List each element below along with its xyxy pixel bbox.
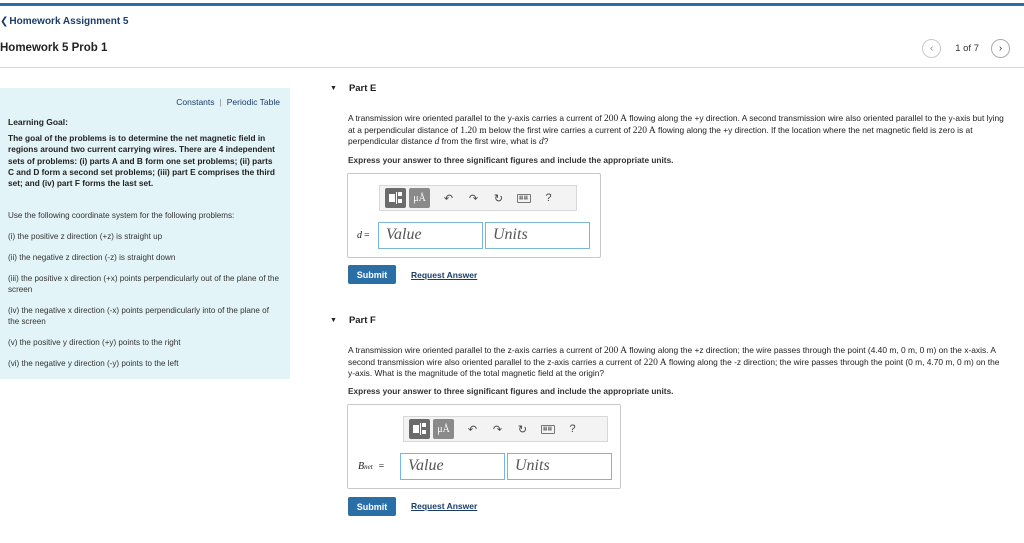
part-e-instruction: Express your answer to three significant… [348, 155, 674, 165]
part-f-label: Part F [348, 315, 376, 326]
question-text: A transmission wire oriented parallel to… [348, 345, 605, 355]
keyboard-button[interactable]: ▦▦ [511, 188, 536, 208]
answer-variable-label: d = [357, 230, 370, 241]
problem-title: Homework 5 Prob 1 [0, 42, 108, 54]
units-input[interactable]: Units [485, 222, 590, 249]
keyboard-icon: ▦▦ [540, 424, 555, 434]
variable-subscript: net [364, 463, 373, 471]
undo-icon[interactable]: ↶ [460, 419, 485, 439]
help-button[interactable]: ? [536, 188, 561, 208]
next-problem-button[interactable]: › [991, 39, 1010, 58]
question-text: ? [543, 136, 549, 147]
part-f-submit-button[interactable]: Submit [348, 497, 396, 516]
value-input[interactable]: Value [400, 453, 505, 480]
equals-sign: = [378, 461, 385, 472]
part-e-submit-button[interactable]: Submit [348, 265, 396, 284]
distance-value: 1.20 m [460, 125, 487, 136]
chevron-right-icon: › [998, 43, 1003, 54]
coordinate-item: (iv) the negative x direction (-x) point… [8, 306, 269, 326]
question-text: below the first wire carries a current o… [486, 124, 633, 135]
triangle-down-icon: ▼ [330, 317, 337, 324]
question-text: from the first wire, what is [439, 136, 539, 147]
part-e-label: Part E [348, 83, 377, 94]
keyboard-button[interactable]: ▦▦ [535, 419, 560, 439]
part-e-request-answer-link[interactable]: Request Answer [411, 270, 477, 280]
answer-variable-label: Bnet = [358, 461, 384, 472]
redo-icon[interactable]: ↷ [485, 419, 510, 439]
learning-goal-title: Learning Goal: [8, 117, 68, 127]
constants-link[interactable]: Constants [176, 97, 214, 107]
resource-links: Constants | Periodic Table [176, 97, 280, 107]
chevron-left-icon: ‹ [930, 43, 934, 54]
coordinate-item: (v) the positive y direction (+y) points… [8, 338, 181, 347]
templates-icon[interactable] [385, 188, 406, 208]
pager-count: 1 of 7 [955, 43, 979, 54]
redo-icon[interactable]: ↷ [461, 188, 486, 208]
link-separator: | [219, 97, 222, 107]
header-divider [0, 67, 1024, 68]
equals-sign: = [364, 230, 370, 241]
coordinate-intro: Use the following coordinate system for … [8, 211, 235, 220]
math-toolbar: μÅ ↶ ↷ ↻ ▦▦ ? [403, 416, 608, 442]
math-toolbar: μÅ ↶ ↷ ↻ ▦▦ ? [379, 185, 577, 211]
part-f-answer-box: μÅ ↶ ↷ ↻ ▦▦ ? Bnet = Value Units [347, 404, 621, 489]
current-value: 220 A [643, 357, 667, 368]
current-value: 200 A [604, 114, 627, 124]
value-input[interactable]: Value [378, 222, 483, 249]
part-e-header[interactable]: ▼ Part E [330, 83, 376, 94]
variable-name: d [357, 230, 362, 241]
coordinate-item: (vi) the negative y direction (-y) point… [8, 359, 179, 368]
current-value: 220 A [632, 125, 656, 136]
reset-icon[interactable]: ↻ [486, 188, 511, 208]
current-value: 200 A [604, 346, 627, 356]
coordinate-item: (ii) the negative z direction (-z) is st… [8, 253, 176, 262]
part-f-request-answer-link[interactable]: Request Answer [411, 501, 477, 511]
back-link-label: Homework Assignment 5 [9, 16, 129, 27]
reset-icon[interactable]: ↻ [510, 419, 535, 439]
part-f-question: A transmission wire oriented parallel to… [348, 345, 1008, 379]
previous-problem-button[interactable]: ‹ [922, 39, 942, 58]
learning-goal-panel: Constants | Periodic Table Learning Goal: … [0, 88, 290, 379]
problem-pager: ‹ 1 of 7 › [922, 39, 1010, 58]
question-text: A transmission wire oriented parallel to… [348, 113, 605, 123]
part-f-instruction: Express your answer to three significant… [348, 386, 674, 396]
back-to-assignment-link[interactable]: ❮Homework Assignment 5 [0, 16, 129, 27]
coordinate-item: (i) the positive z direction (+z) is str… [8, 232, 163, 241]
templates-icon[interactable] [409, 419, 430, 439]
chevron-left-icon: ❮ [0, 16, 9, 27]
undo-icon[interactable]: ↶ [436, 188, 461, 208]
periodic-table-link[interactable]: Periodic Table [227, 97, 280, 107]
units-input[interactable]: Units [507, 453, 612, 480]
top-accent-bar [0, 3, 1024, 6]
part-f-header[interactable]: ▼ Part F [330, 315, 376, 326]
help-button[interactable]: ? [560, 419, 585, 439]
triangle-down-icon: ▼ [330, 85, 337, 92]
part-e-answer-box: μÅ ↶ ↷ ↻ ▦▦ ? d = Value Units [347, 173, 601, 258]
learning-goal-text: The goal of the problems is to determine… [8, 133, 275, 189]
coordinate-item: (iii) the positive x direction (+x) poin… [8, 274, 280, 294]
keyboard-icon: ▦▦ [516, 193, 531, 203]
part-e-question: A transmission wire oriented parallel to… [348, 113, 1008, 148]
units-symbol-button[interactable]: μÅ [409, 188, 430, 208]
units-symbol-button[interactable]: μÅ [433, 419, 454, 439]
